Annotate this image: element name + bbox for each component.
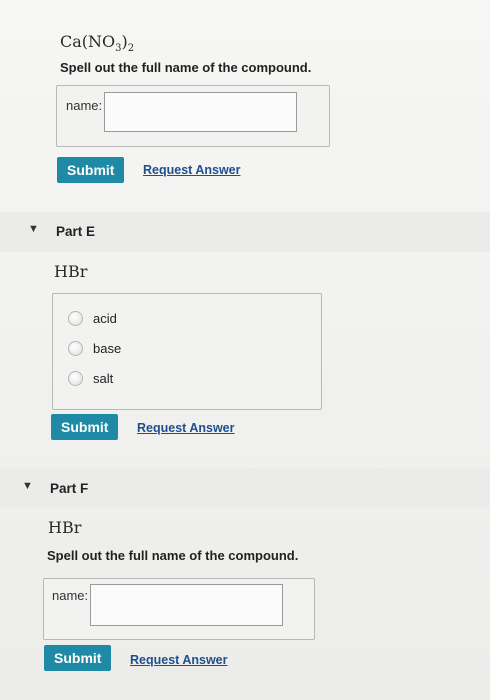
radio-label: salt <box>93 371 114 386</box>
page: Ca(NO3)2 Spell out the full name of the … <box>0 0 490 700</box>
request-answer-link[interactable]: Request Answer <box>143 163 240 177</box>
triangle-down-icon[interactable]: ▼ <box>22 480 33 492</box>
instruction-text: Spell out the full name of the compound. <box>47 548 299 563</box>
radio-label: acid <box>93 311 117 326</box>
compound-formula: Ca(NO3)2 <box>60 32 134 54</box>
radio-button[interactable] <box>68 371 83 386</box>
submit-button[interactable]: Submit <box>51 414 119 440</box>
radio-label: base <box>93 341 122 356</box>
request-answer-link[interactable]: Request Answer <box>137 421 234 435</box>
radio-button[interactable] <box>68 341 83 356</box>
formula-text: Ca(NO <box>60 32 116 51</box>
part-e-title: Part E <box>56 224 96 239</box>
request-answer-link[interactable]: Request Answer <box>130 653 227 667</box>
name-label: name: <box>66 98 103 113</box>
radio-option-base[interactable]: base <box>68 341 121 356</box>
formula-subscript: 2 <box>127 43 135 55</box>
compound-formula: HBr <box>54 262 88 281</box>
name-input[interactable] <box>104 92 297 132</box>
compound-formula: HBr <box>48 518 82 537</box>
submit-button[interactable]: Submit <box>57 157 125 183</box>
radio-option-salt[interactable]: salt <box>68 371 113 386</box>
part-f-title: Part F <box>50 481 89 496</box>
radio-button[interactable] <box>68 311 83 326</box>
triangle-down-icon[interactable]: ▼ <box>28 223 39 235</box>
name-input[interactable] <box>90 584 283 626</box>
radio-option-acid[interactable]: acid <box>68 311 117 326</box>
submit-button[interactable]: Submit <box>44 645 112 671</box>
name-label: name: <box>52 588 89 603</box>
instruction-text: Spell out the full name of the compound. <box>60 60 312 75</box>
